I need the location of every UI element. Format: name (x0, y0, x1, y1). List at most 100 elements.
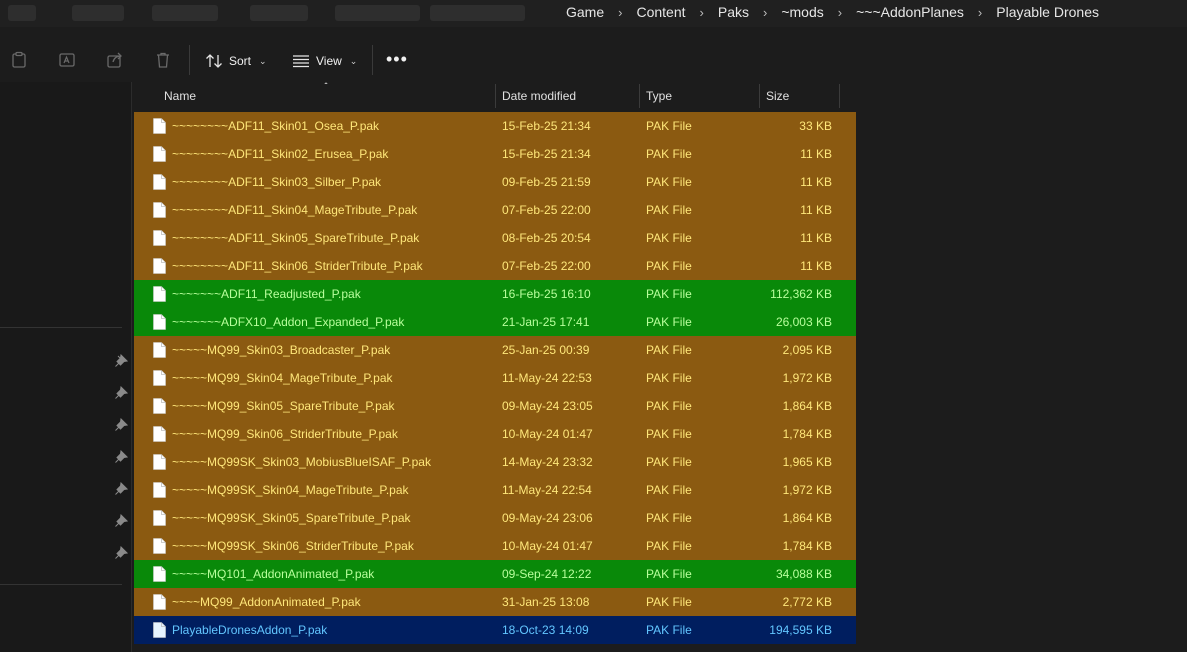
blurred-tab (72, 5, 124, 21)
file-type: PAK File (646, 511, 692, 525)
pin-icon[interactable] (114, 386, 128, 400)
nav-divider (0, 584, 122, 585)
nav-divider (0, 327, 122, 328)
share-icon[interactable] (106, 51, 124, 69)
file-icon (153, 398, 166, 414)
file-date-modified: 07-Feb-25 22:00 (502, 259, 591, 273)
file-icon (153, 538, 166, 554)
file-name: ~~~~~~~ADFX10_Addon_Expanded_P.pak (172, 315, 405, 329)
file-type: PAK File (646, 119, 692, 133)
breadcrumb-item-mods[interactable]: ~mods (769, 4, 835, 20)
chevron-right-icon[interactable]: › (836, 5, 844, 20)
file-type: PAK File (646, 231, 692, 245)
chevron-right-icon[interactable]: › (761, 5, 769, 20)
file-date-modified: 21-Jan-25 17:41 (502, 315, 590, 329)
breadcrumb-item-addonplanes[interactable]: ~~~AddonPlanes (844, 4, 976, 20)
file-row[interactable]: ~~~~~MQ99SK_Skin06_StriderTribute_P.pak 1… (134, 532, 856, 560)
file-type: PAK File (646, 147, 692, 161)
file-size: 1,972 KB (782, 371, 832, 385)
column-header-date-modified[interactable]: Date modified (496, 84, 640, 108)
file-type: PAK File (646, 203, 692, 217)
breadcrumb-item-playable-drones[interactable]: Playable Drones (984, 4, 1111, 20)
file-date-modified: 31-Jan-25 13:08 (502, 595, 590, 609)
paste-icon[interactable] (10, 51, 28, 69)
file-icon (153, 482, 166, 498)
file-row[interactable]: ~~~~~MQ99SK_Skin04_MageTribute_P.pak 11-M… (134, 476, 856, 504)
file-row[interactable]: ~~~~~MQ99_Skin05_SpareTribute_P.pak 09-Ma… (134, 392, 856, 420)
chevron-right-icon[interactable]: › (698, 5, 706, 20)
file-row[interactable]: ~~~~~MQ99_Skin03_Broadcaster_P.pak 25-Jan… (134, 336, 856, 364)
breadcrumb-item-content[interactable]: Content (624, 4, 697, 20)
file-row[interactable]: ~~~~~~~~ADF11_Skin06_StriderTribute_P.pa… (134, 252, 856, 280)
breadcrumb-item-game[interactable]: Game (554, 4, 616, 20)
file-date-modified: 11-May-24 22:53 (502, 371, 592, 385)
chevron-right-icon[interactable]: › (616, 5, 624, 20)
file-size: 11 KB (800, 259, 832, 273)
pin-icon[interactable] (114, 418, 128, 432)
delete-icon[interactable] (154, 51, 172, 69)
file-type: PAK File (646, 539, 692, 553)
file-row[interactable]: ~~~~~MQ101_AddonAnimated_P.pak 09-Sep-24 … (134, 560, 856, 588)
file-row[interactable]: ~~~~~~~ADFX10_Addon_Expanded_P.pak 21-Jan… (134, 308, 856, 336)
pin-icon[interactable] (114, 514, 128, 528)
pin-icon[interactable] (114, 354, 128, 368)
file-row[interactable]: ~~~~~~~~ADF11_Skin02_Erusea_P.pak 15-Feb-… (134, 140, 856, 168)
column-header-size[interactable]: Size (760, 84, 840, 108)
file-row[interactable]: ~~~~~~~~ADF11_Skin05_SpareTribute_P.pak 0… (134, 224, 856, 252)
file-type: PAK File (646, 595, 692, 609)
file-name: ~~~~~MQ101_AddonAnimated_P.pak (172, 567, 375, 581)
file-icon (153, 286, 166, 302)
file-row[interactable]: ~~~~~MQ99SK_Skin03_MobiusBlueISAF_P.pak 1… (134, 448, 856, 476)
view-button[interactable]: View ⌄ (292, 50, 357, 72)
file-date-modified: 10-May-24 01:47 (502, 427, 593, 441)
file-row[interactable]: ~~~~~~~ADF11_Readjusted_P.pak 16-Feb-25 1… (134, 280, 856, 308)
file-row[interactable]: ~~~~~~~~ADF11_Skin04_MageTribute_P.pak 07… (134, 196, 856, 224)
file-icon (153, 118, 166, 134)
file-size: 112,362 KB (770, 287, 832, 301)
pin-icon[interactable] (114, 482, 128, 496)
file-date-modified: 15-Feb-25 21:34 (502, 119, 591, 133)
file-row[interactable]: ~~~~~MQ99SK_Skin05_SpareTribute_P.pak 09-… (134, 504, 856, 532)
file-icon (153, 202, 166, 218)
breadcrumb-item-paks[interactable]: Paks (706, 4, 761, 20)
rename-icon[interactable] (58, 51, 76, 69)
file-size: 26,003 KB (775, 315, 832, 329)
file-icon (153, 426, 166, 442)
file-icon (153, 258, 166, 274)
file-size: 34,088 KB (775, 567, 832, 581)
file-name: ~~~~~MQ99SK_Skin03_MobiusBlueISAF_P.pak (172, 455, 431, 469)
file-name: ~~~~~MQ99SK_Skin05_SpareTribute_P.pak (172, 511, 411, 525)
file-size: 11 KB (800, 231, 832, 245)
file-icon (153, 230, 166, 246)
file-name: PlayableDronesAddon_P.pak (172, 623, 328, 637)
view-label: View (316, 54, 342, 68)
file-date-modified: 09-May-24 23:06 (502, 511, 593, 525)
sort-button[interactable]: Sort ⌄ (205, 50, 267, 72)
pin-icon[interactable] (114, 450, 128, 464)
file-name: ~~~~~~~~ADF11_Skin03_Silber_P.pak (172, 175, 382, 189)
file-icon (153, 342, 166, 358)
file-name: ~~~~~MQ99_Skin03_Broadcaster_P.pak (172, 343, 391, 357)
file-row[interactable]: PlayableDronesAddon_P.pak 18-Oct-23 14:09… (134, 616, 856, 644)
blurred-tab (8, 5, 36, 21)
file-row[interactable]: ~~~~~~~~ADF11_Skin01_Osea_P.pak 15-Feb-25… (134, 112, 856, 140)
file-row[interactable]: ~~~~MQ99_AddonAnimated_P.pak 31-Jan-25 13… (134, 588, 856, 616)
column-header-name[interactable]: Name (158, 84, 496, 108)
chevron-down-icon: ⌄ (349, 55, 358, 66)
chevron-right-icon[interactable]: › (976, 5, 984, 20)
file-type: PAK File (646, 371, 692, 385)
file-row[interactable]: ~~~~~MQ99_Skin04_MageTribute_P.pak 11-May… (134, 364, 856, 392)
file-date-modified: 11-May-24 22:54 (502, 483, 592, 497)
file-row[interactable]: ~~~~~~~~ADF11_Skin03_Silber_P.pak 09-Feb-… (134, 168, 856, 196)
file-name: ~~~~~~~~ADF11_Skin05_SpareTribute_P.pak (172, 231, 420, 245)
file-type: PAK File (646, 567, 692, 581)
file-row[interactable]: ~~~~~MQ99_Skin06_StriderTribute_P.pak 10-… (134, 420, 856, 448)
pin-icon[interactable] (114, 546, 128, 560)
file-icon (153, 510, 166, 526)
file-date-modified: 14-May-24 23:32 (502, 455, 593, 469)
toolbar-divider (189, 45, 190, 75)
file-date-modified: 16-Feb-25 16:10 (502, 287, 591, 301)
more-options-icon[interactable]: ••• (386, 50, 408, 68)
column-header-type[interactable]: Type (640, 84, 760, 108)
chevron-down-icon: ⌄ (259, 55, 267, 66)
